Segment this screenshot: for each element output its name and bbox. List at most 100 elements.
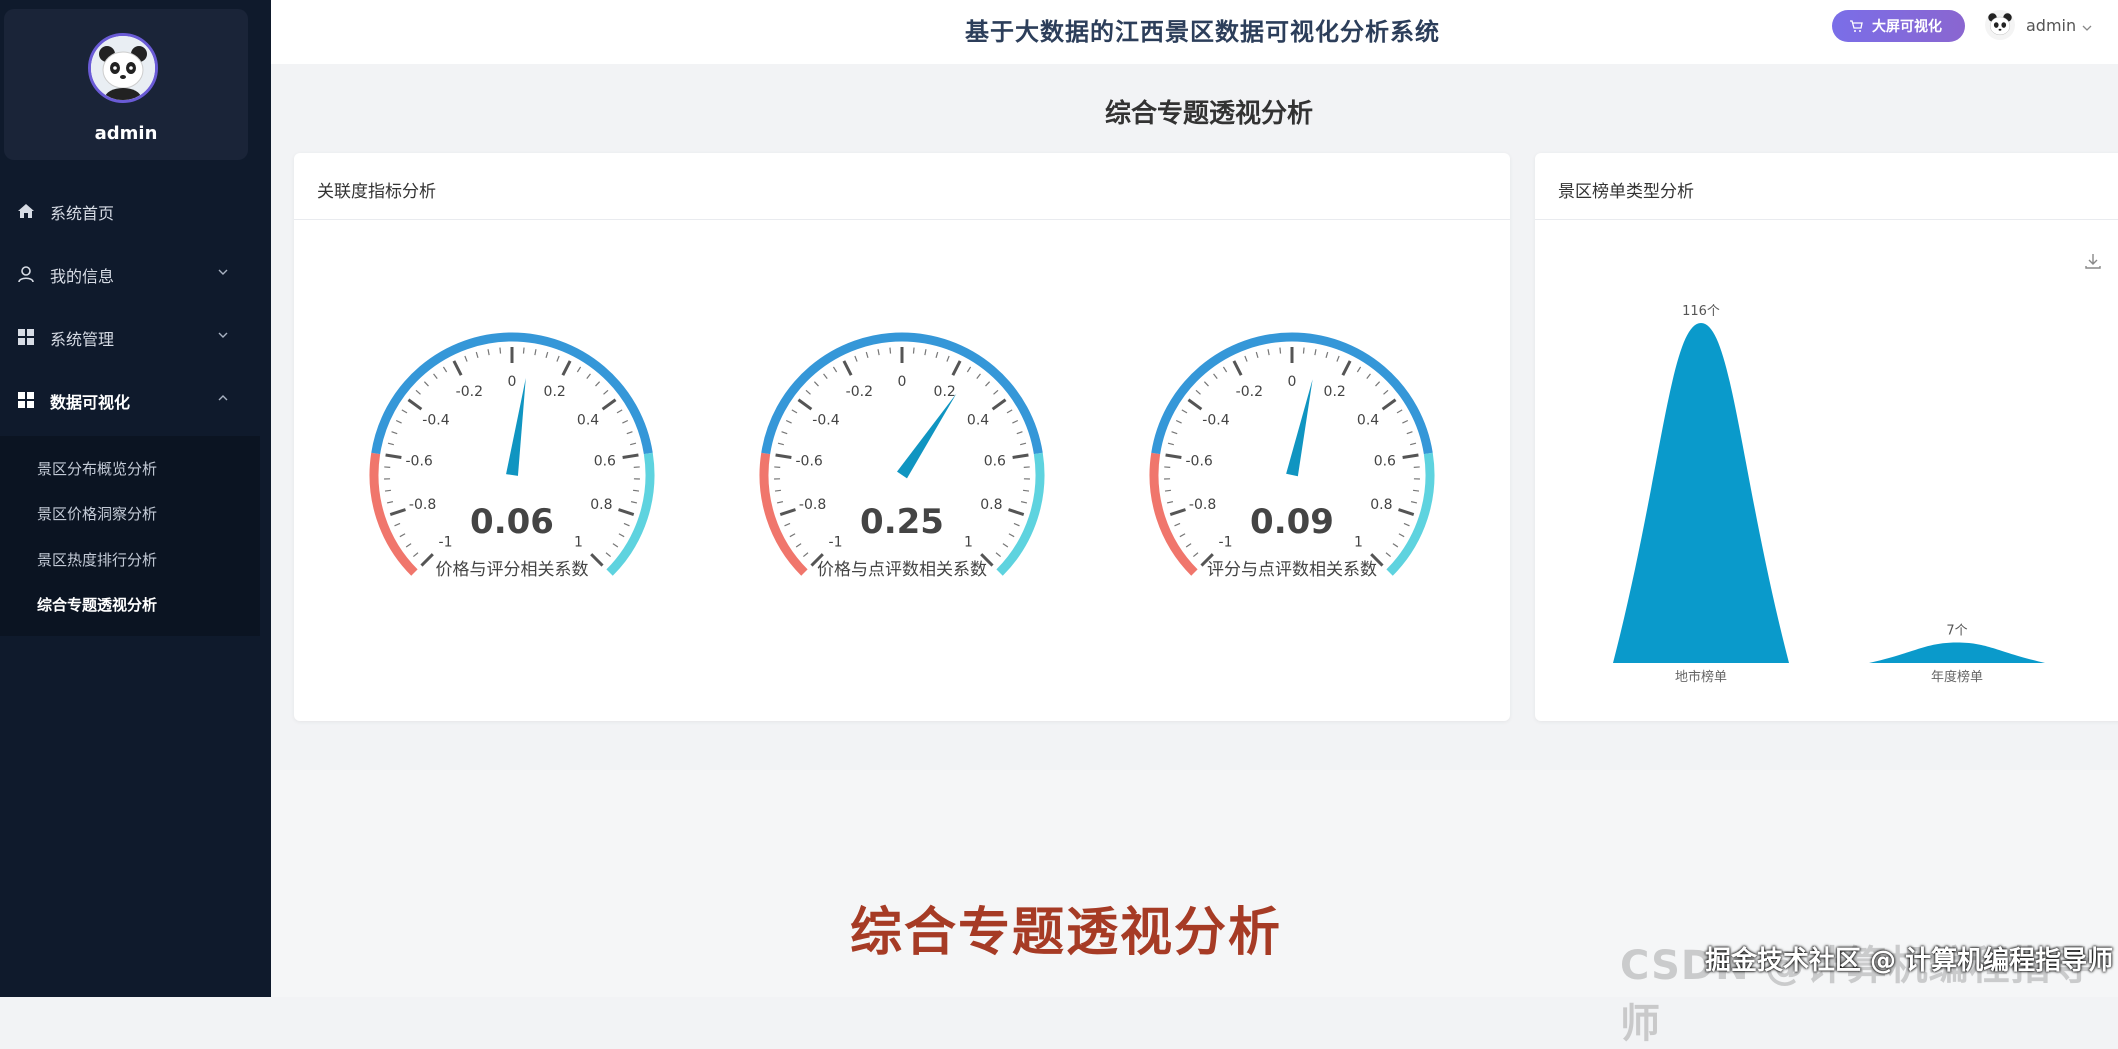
gauge-minor-tick xyxy=(630,443,636,444)
gauge-minor-tick xyxy=(1023,490,1029,491)
home-icon xyxy=(17,202,35,220)
gauge-minor-tick xyxy=(606,553,611,557)
gauge-value: 0.25 xyxy=(860,502,944,542)
submenu-item-popularity[interactable]: 景区热度排行分析 xyxy=(37,549,157,570)
sidebar-item-my-info[interactable]: 我的信息 xyxy=(0,243,271,306)
gauge-minor-tick xyxy=(878,349,879,355)
credit-text: 掘金技术社区 @ 计算机编程指导师 xyxy=(1705,940,2113,977)
gauge-minor-tick xyxy=(1176,421,1181,424)
gauge-major-tick xyxy=(1188,400,1201,409)
submenu-item-distribution[interactable]: 景区分布概览分析 xyxy=(37,458,157,479)
gauge-minor-tick xyxy=(855,356,857,362)
bar-mark xyxy=(1869,642,2045,663)
sidebar-item-data-visualization[interactable]: 数据可视化 xyxy=(0,369,271,432)
gauge-minor-tick xyxy=(1357,367,1360,372)
gauge-tick-label: -0.6 xyxy=(1185,453,1212,469)
gauge-minor-tick xyxy=(619,534,624,537)
chevron-up-icon xyxy=(216,391,230,405)
gauge-minor-tick xyxy=(1007,410,1012,413)
gauge-minor-tick xyxy=(395,523,401,525)
gauge-needle xyxy=(506,378,526,476)
sidebar-item-label: 数据可视化 xyxy=(50,389,130,413)
gauge-major-tick xyxy=(844,361,851,375)
header-username[interactable]: admin xyxy=(2026,16,2076,35)
gauge-major-tick xyxy=(953,361,960,375)
gauge-minor-tick xyxy=(936,352,938,358)
gauge-minor-tick xyxy=(1186,544,1191,547)
gauge-minor-tick xyxy=(392,432,398,434)
gauge-major-tick xyxy=(798,400,811,409)
sidebar-item-home[interactable]: 系统首页 xyxy=(0,180,271,243)
gauge-chart: -1-0.8-0.6-0.4-0.200.20.40.60.810.06价格与评… xyxy=(294,153,1510,721)
gauge-minor-tick xyxy=(1411,502,1417,503)
gauge-minor-tick xyxy=(402,410,407,413)
gauge-minor-tick xyxy=(775,490,781,491)
submenu-item-comprehensive[interactable]: 综合专题透视分析 xyxy=(37,594,157,615)
gauge-minor-tick xyxy=(1376,382,1380,386)
gauge-value: 0.06 xyxy=(470,502,554,542)
gauge-minor-tick xyxy=(786,421,791,424)
gauge-minor-tick xyxy=(1012,421,1017,424)
gauge-minor-tick xyxy=(622,421,627,424)
profile-card: admin xyxy=(4,9,248,160)
gauge-tick-label: 0.6 xyxy=(1374,453,1396,469)
gauge-tick-label: 0.6 xyxy=(594,453,616,469)
gauge-minor-tick xyxy=(1315,349,1316,355)
gauge-minor-tick xyxy=(1268,349,1269,355)
gauge-minor-tick xyxy=(1367,374,1371,379)
gauge-minor-tick xyxy=(1175,523,1181,525)
gauge-tick-label: 0.4 xyxy=(577,413,599,429)
gauge-major-tick xyxy=(1166,455,1182,458)
gauge-tick-label: -0.6 xyxy=(795,453,822,469)
gauge-minor-tick xyxy=(1245,356,1247,362)
gauge-minor-tick xyxy=(500,348,501,354)
sidebar-item-label: 我的信息 xyxy=(50,263,114,287)
chevron-down-icon[interactable] xyxy=(2081,22,2093,34)
gauge-minor-tick xyxy=(890,348,891,354)
gauge-minor-tick xyxy=(557,356,559,362)
gauge-major-tick xyxy=(1403,455,1419,458)
cart-icon xyxy=(1849,19,1863,33)
bar-value-label: 7个 xyxy=(1946,623,1967,638)
submenu-item-price[interactable]: 景区价格洞察分析 xyxy=(37,503,157,524)
gauge-minor-tick xyxy=(434,374,438,379)
avatar[interactable] xyxy=(88,33,158,103)
bigscreen-button[interactable]: 大屏可视化 xyxy=(1832,10,1965,42)
gauge-minor-tick xyxy=(1303,348,1304,354)
gauge-tick-label: -0.6 xyxy=(405,453,432,469)
gauge-tick-label: 0 xyxy=(1288,374,1297,390)
gauge-minor-tick xyxy=(1337,356,1339,362)
gauge-minor-tick xyxy=(387,502,393,503)
gauge-minor-tick xyxy=(396,421,401,424)
gauge-minor-tick xyxy=(1399,534,1404,537)
gauge-minor-tick xyxy=(1167,502,1173,503)
gauge-minor-tick xyxy=(1182,410,1187,413)
gauge-tick-label: 0.2 xyxy=(934,384,956,400)
gauge-needle xyxy=(897,394,956,479)
gauge-minor-tick xyxy=(627,432,633,434)
gauge-minor-tick xyxy=(413,553,418,557)
gauge-minor-tick xyxy=(1280,348,1281,354)
gauge-minor-tick xyxy=(833,367,836,372)
gauge-minor-tick xyxy=(996,553,1001,557)
gauge-name: 价格与点评数相关系数 xyxy=(817,560,987,580)
gauge-minor-tick xyxy=(824,374,828,379)
bar-value-label: 116个 xyxy=(1682,304,1720,319)
header-avatar[interactable] xyxy=(1985,10,2015,40)
gauge-minor-tick xyxy=(778,443,784,444)
video-caption: 综合专题透视分析 xyxy=(850,890,1282,965)
gauge-minor-tick xyxy=(1397,410,1402,413)
profile-name: admin xyxy=(4,123,248,144)
gauge-major-tick xyxy=(454,361,461,375)
gauge-minor-tick xyxy=(925,349,926,355)
grid-icon xyxy=(17,391,35,409)
gauge-tick-label: -0.4 xyxy=(1202,413,1229,429)
gauge-tick-label: -0.8 xyxy=(1189,497,1216,513)
gauge-tick-label: -0.4 xyxy=(812,413,839,429)
gauge-minor-tick xyxy=(967,367,970,372)
bar-category-label: 年度榜单 xyxy=(1931,669,1983,685)
gauge-name: 价格与评分相关系数 xyxy=(436,560,589,580)
gauge-minor-tick xyxy=(624,523,630,525)
gauge-minor-tick xyxy=(947,356,949,362)
sidebar-item-system-manage[interactable]: 系统管理 xyxy=(0,306,271,369)
